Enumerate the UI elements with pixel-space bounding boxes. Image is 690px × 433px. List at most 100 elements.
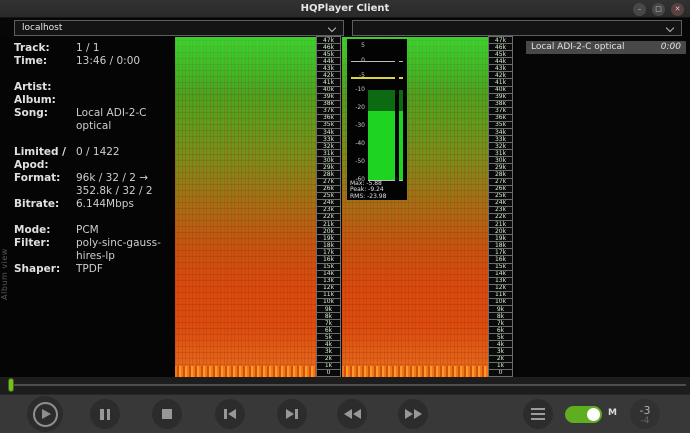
meter-readout: Max: -5.88 Peak: -9.24 RMS: -23.98 bbox=[350, 181, 386, 200]
rewind-button[interactable] bbox=[337, 399, 367, 429]
playlist-panel: Local ADI-2-C optical 0:00 bbox=[514, 37, 690, 377]
info-value: 1 / 1 bbox=[76, 42, 174, 55]
toolbar: localhost bbox=[0, 19, 690, 37]
close-icon: ✕ bbox=[675, 5, 681, 13]
minimize-button[interactable]: – bbox=[633, 3, 646, 16]
window-controls: – □ ✕ bbox=[633, 3, 684, 16]
info-value: poly-sinc-gauss-hires-lp bbox=[76, 237, 174, 263]
info-row: Mode:PCM bbox=[14, 224, 174, 237]
mute-toggle[interactable] bbox=[565, 406, 602, 423]
freq-tick-label: 0 bbox=[316, 369, 341, 377]
seek-handle[interactable] bbox=[8, 378, 14, 392]
fast-forward-button[interactable] bbox=[398, 399, 428, 429]
info-label: Shaper: bbox=[14, 263, 76, 276]
info-row: Bitrate:6.144Mbps bbox=[14, 198, 174, 211]
titlebar: HQPlayer Client – □ ✕ bbox=[0, 0, 690, 18]
info-label: Song: bbox=[14, 107, 76, 133]
info-value: 13:46 / 0:00 bbox=[76, 55, 174, 68]
info-label: Album: bbox=[14, 94, 76, 107]
info-value bbox=[76, 94, 174, 107]
minimize-icon: – bbox=[638, 5, 642, 13]
info-row: Shaper:TPDF bbox=[14, 263, 174, 276]
level-meter-right: 50-5-10-20-30-40-50-60 Max: -5.88 Peak: … bbox=[347, 39, 399, 200]
info-label: Time: bbox=[14, 55, 76, 68]
meter-scale-label: 5 bbox=[347, 43, 365, 49]
playlist-item[interactable]: Local ADI-2-C optical 0:00 bbox=[526, 41, 686, 54]
pause-icon bbox=[100, 409, 110, 420]
info-row: Format:96k / 32 / 2 → 352.8k / 32 / 2 bbox=[14, 172, 174, 198]
chevron-down-icon bbox=[328, 24, 336, 32]
next-track-button[interactable] bbox=[277, 399, 307, 429]
volume-value: -3 bbox=[630, 405, 660, 416]
info-value: 96k / 32 / 2 → 352.8k / 32 / 2 bbox=[76, 172, 174, 198]
volume-dial[interactable]: -3 -4 bbox=[630, 399, 660, 429]
fast-forward-icon bbox=[405, 409, 422, 419]
play-button[interactable] bbox=[27, 396, 63, 432]
meter-bar-decay bbox=[368, 90, 395, 111]
spectrogram-display: 50-5-10-20-30-40-50-60 Max: -5.80 Peak: … bbox=[175, 37, 513, 377]
track-info-panel: Track:1 / 1Time:13:46 / 0:00Artist:Album… bbox=[14, 42, 174, 276]
meter-bar-level bbox=[368, 111, 395, 180]
meter-scale-label: -40 bbox=[347, 141, 365, 147]
meter-rms: RMS: -23.98 bbox=[350, 194, 386, 200]
info-label: Filter: bbox=[14, 237, 76, 263]
output-select[interactable] bbox=[352, 20, 682, 36]
maximize-button[interactable]: □ bbox=[652, 3, 665, 16]
pause-button[interactable] bbox=[90, 399, 120, 429]
info-label: Format: bbox=[14, 172, 76, 198]
backend-select-value: localhost bbox=[22, 23, 62, 33]
stop-button[interactable] bbox=[152, 399, 182, 429]
frequency-scale-right: 47k46k45k44k43k42k41k40k39k38k37k36k35k3… bbox=[488, 37, 513, 377]
toggle-knob bbox=[587, 408, 600, 421]
meter-scale-label: -20 bbox=[347, 105, 365, 111]
seek-track[interactable] bbox=[9, 384, 686, 386]
info-row: Artist: bbox=[14, 81, 174, 94]
hamburger-menu-icon bbox=[531, 408, 545, 420]
transport-bar: M -3 -4 bbox=[0, 394, 690, 433]
chevron-down-icon bbox=[666, 24, 674, 32]
menu-button[interactable] bbox=[523, 399, 553, 429]
info-row: Song:Local ADI-2-C optical bbox=[14, 107, 174, 133]
skip-next-icon bbox=[286, 409, 298, 419]
info-label: Limited / Apod: bbox=[14, 146, 76, 172]
info-row: Track:1 / 1 bbox=[14, 42, 174, 55]
album-view-tab[interactable]: Album view bbox=[0, 232, 10, 316]
stop-icon bbox=[162, 409, 172, 419]
info-value: 0 / 1422 bbox=[76, 146, 174, 172]
info-label: Mode: bbox=[14, 224, 76, 237]
volume-next-value: -4 bbox=[630, 416, 660, 426]
meter-scale-label: -50 bbox=[347, 159, 365, 165]
info-label: Track: bbox=[14, 42, 76, 55]
info-value: Local ADI-2-C optical bbox=[76, 107, 174, 133]
playlist-item-duration: 0:00 bbox=[661, 41, 681, 54]
meter-peak-hold-line bbox=[351, 77, 395, 79]
freq-tick-label: 0 bbox=[488, 369, 513, 377]
info-row: Filter:poly-sinc-gauss-hires-lp bbox=[14, 237, 174, 263]
play-icon bbox=[42, 409, 51, 419]
info-row: Limited / Apod:0 / 1422 bbox=[14, 146, 174, 172]
info-value bbox=[76, 81, 174, 94]
rewind-icon bbox=[344, 409, 361, 419]
meter-zero-line bbox=[351, 61, 395, 62]
info-row: Album: bbox=[14, 94, 174, 107]
backend-select[interactable]: localhost bbox=[14, 20, 344, 36]
info-row: Time:13:46 / 0:00 bbox=[14, 55, 174, 68]
seek-slider[interactable] bbox=[0, 377, 690, 394]
main-area: Album view Track:1 / 1Time:13:46 / 0:00A… bbox=[0, 37, 690, 377]
info-value: TPDF bbox=[76, 263, 174, 276]
mute-toggle-label: M bbox=[608, 408, 617, 418]
playlist-item-name: Local ADI-2-C optical bbox=[531, 41, 625, 54]
info-value: PCM bbox=[76, 224, 174, 237]
meter-scale-label: -10 bbox=[347, 87, 365, 93]
info-label: Artist: bbox=[14, 81, 76, 94]
spectrogram-left-channel bbox=[175, 37, 316, 377]
play-ring bbox=[33, 402, 58, 427]
maximize-icon: □ bbox=[655, 5, 662, 13]
info-value: 6.144Mbps bbox=[76, 198, 174, 211]
info-label: Bitrate: bbox=[14, 198, 76, 211]
previous-track-button[interactable] bbox=[215, 399, 245, 429]
close-button[interactable]: ✕ bbox=[671, 3, 684, 16]
meter-scale-label: -30 bbox=[347, 123, 365, 129]
window-title: HQPlayer Client bbox=[0, 0, 690, 18]
frequency-scale-left: 47k46k45k44k43k42k41k40k39k38k37k36k35k3… bbox=[316, 37, 341, 377]
